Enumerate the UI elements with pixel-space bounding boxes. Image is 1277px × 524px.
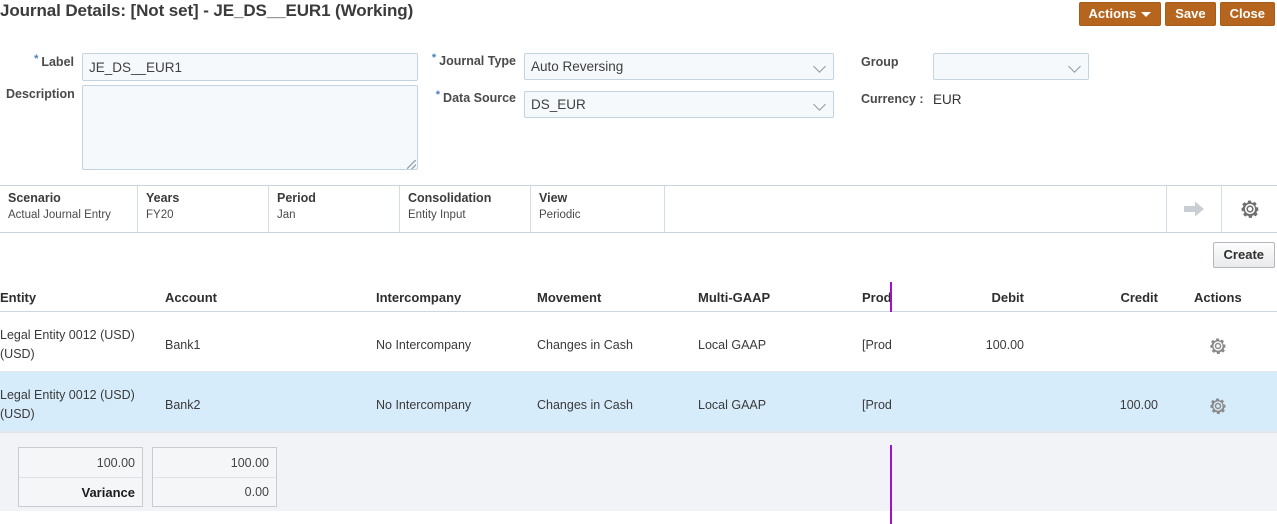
pov-cell-years[interactable]: Years FY20 — [138, 186, 269, 232]
header-button-bar: Actions Save Close — [1078, 2, 1275, 26]
pov-go-button[interactable] — [1167, 186, 1222, 232]
cell-movement: Changes in Cash — [537, 398, 633, 412]
pov-member-value: Periodic — [539, 209, 581, 221]
journal-type-field-label: * Journal Type — [431, 52, 516, 68]
gear-icon — [1209, 397, 1227, 415]
grid-header-row: Entity Account Intercompany Movement Mul… — [0, 282, 1277, 312]
chevron-down-icon — [814, 98, 827, 111]
actions-menu-button[interactable]: Actions — [1078, 2, 1162, 26]
grid-toolbar: Create — [1212, 242, 1275, 268]
cell-multi-gaap: Local GAAP — [698, 398, 767, 412]
pov-dimension-label: View — [539, 191, 568, 205]
description-textarea[interactable] — [82, 85, 418, 170]
data-source-value: DS_EUR — [531, 97, 586, 112]
required-marker-icon: * — [431, 52, 437, 64]
credit-total-box: 100.00 0.00 — [152, 447, 277, 507]
cell-account: Bank1 — [165, 338, 201, 352]
arrow-right-icon — [1183, 200, 1205, 218]
cell-multi-gaap: Local GAAP — [698, 338, 767, 352]
pov-member-value: Actual Journal Entry — [8, 209, 111, 221]
pov-cell-scenario[interactable]: Scenario Actual Journal Entry — [0, 186, 138, 232]
row-actions-button[interactable] — [1209, 397, 1227, 415]
column-header-product[interactable]: Prod( — [862, 290, 891, 305]
column-splitter[interactable] — [890, 282, 892, 312]
variance-value: 0.00 — [153, 477, 276, 506]
table-row[interactable]: Legal Entity 0012 (USD) (USD) Bank1 No I… — [0, 312, 1277, 372]
cell-intercompany: No Intercompany — [376, 338, 472, 352]
journal-form: *Label Description *Journal Type Auto Re… — [0, 46, 1277, 181]
grid-totals-footer: 100.00 Variance 100.00 0.00 — [0, 432, 1277, 511]
close-button[interactable]: Close — [1219, 2, 1275, 26]
pov-member-value: Entity Input — [408, 209, 466, 221]
debit-total-box: 100.00 Variance — [18, 447, 143, 507]
journal-type-select[interactable]: Auto Reversing — [524, 53, 834, 80]
cell-debit: 100.00 — [985, 338, 1024, 352]
data-source-select[interactable]: DS_EUR — [524, 91, 834, 118]
cell-intercompany: No Intercompany — [376, 398, 472, 412]
pov-cell-period[interactable]: Period Jan — [269, 186, 400, 232]
pov-cell-view[interactable]: View Periodic — [531, 186, 665, 232]
row-actions-button[interactable] — [1209, 337, 1227, 355]
column-header-actions[interactable]: Actions — [1194, 290, 1274, 305]
pov-dimension-label: Scenario — [8, 191, 61, 205]
column-splitter[interactable] — [890, 445, 892, 524]
description-field-label: Description — [6, 87, 75, 101]
cell-movement: Changes in Cash — [537, 338, 633, 352]
cell-entity: Legal Entity 0012 (USD) (USD) — [0, 388, 135, 421]
pov-settings-button[interactable] — [1222, 186, 1277, 232]
label-input[interactable] — [82, 53, 418, 81]
label-field-label: * Label — [34, 53, 74, 69]
pov-dimension-label: Consolidation — [408, 191, 492, 205]
column-header-entity[interactable]: Entity — [0, 290, 155, 305]
chevron-down-icon — [1069, 60, 1082, 73]
actions-menu-label: Actions — [1088, 6, 1137, 21]
pov-cell-consolidation[interactable]: Consolidation Entity Input — [400, 186, 531, 232]
group-select[interactable] — [933, 53, 1089, 80]
chevron-down-icon — [1141, 12, 1152, 17]
cell-credit: 100.00 — [1119, 398, 1158, 412]
table-row[interactable]: Legal Entity 0012 (USD) (USD) Bank2 No I… — [0, 372, 1277, 432]
pov-bar: Scenario Actual Journal Entry Years FY20… — [0, 185, 1277, 233]
column-header-debit[interactable]: Debit — [900, 290, 1025, 305]
required-marker-icon: * — [34, 53, 39, 65]
create-button[interactable]: Create — [1212, 242, 1275, 268]
cell-entity: Legal Entity 0012 (USD) (USD) — [0, 328, 135, 361]
chevron-down-icon — [814, 60, 827, 73]
page-title: Journal Details: [Not set] - JE_DS__EUR1… — [0, 1, 414, 20]
cell-product: [Prod — [862, 338, 891, 352]
column-header-account[interactable]: Account — [165, 290, 365, 305]
gear-icon — [1240, 199, 1260, 219]
pov-dimension-label: Period — [277, 191, 316, 205]
column-header-credit[interactable]: Credit — [1034, 290, 1158, 305]
group-field-label: Group — [861, 55, 899, 69]
credit-total-value: 100.00 — [230, 455, 269, 470]
cell-account: Bank2 — [165, 398, 201, 412]
column-header-movement[interactable]: Movement — [537, 290, 687, 305]
variance-label: Variance — [19, 477, 142, 506]
column-header-multi-gaap[interactable]: Multi-GAAP — [698, 290, 858, 305]
pov-dimension-label: Years — [146, 191, 180, 205]
debit-total-value: 100.00 — [96, 455, 135, 470]
column-header-intercompany[interactable]: Intercompany — [376, 290, 526, 305]
required-marker-icon: * — [435, 89, 441, 101]
journal-lines-grid: Entity Account Intercompany Movement Mul… — [0, 282, 1277, 524]
currency-field-label: Currency : — [861, 92, 924, 106]
save-button[interactable]: Save — [1165, 2, 1216, 26]
pov-member-value: Jan — [277, 209, 296, 221]
journal-details-page: Journal Details: [Not set] - JE_DS__EUR1… — [0, 0, 1277, 524]
cell-product: [Prod — [862, 398, 891, 412]
currency-value: EUR — [933, 92, 962, 107]
data-source-field-label: * Data Source — [435, 89, 516, 105]
pov-member-value: FY20 — [146, 209, 174, 221]
pov-filler — [665, 186, 1167, 232]
gear-icon — [1209, 337, 1227, 355]
journal-type-value: Auto Reversing — [531, 59, 624, 74]
